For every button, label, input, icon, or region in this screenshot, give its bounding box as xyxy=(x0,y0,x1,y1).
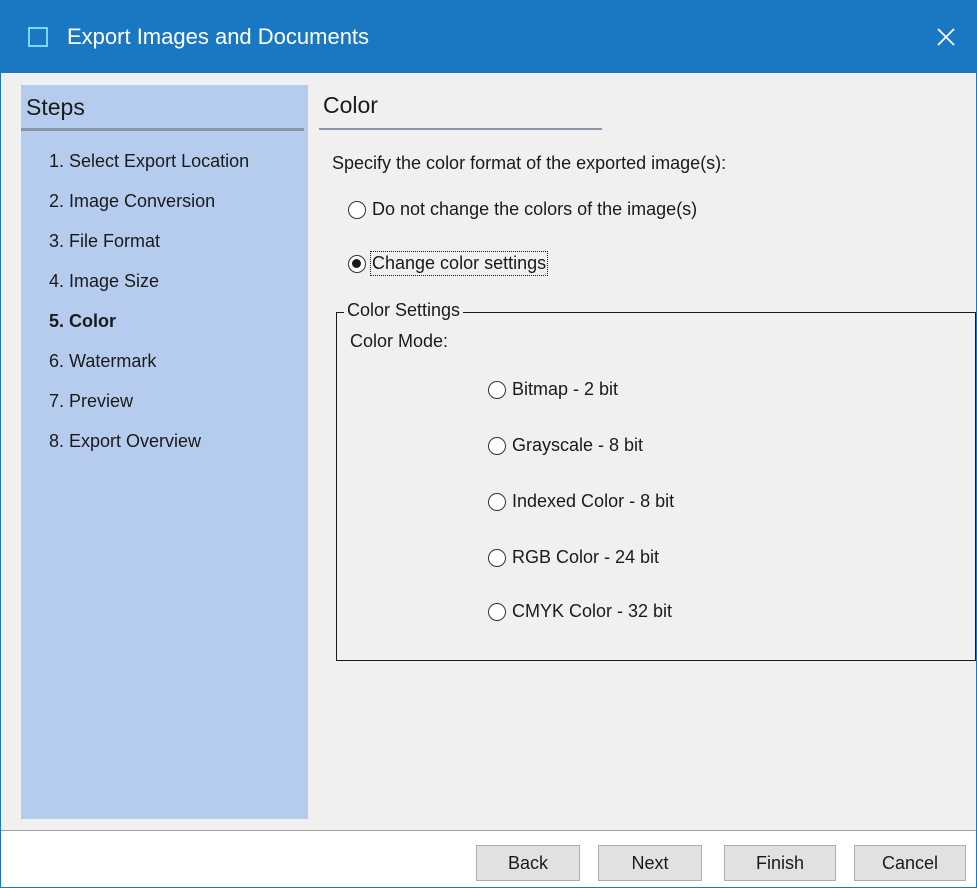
radio-cmyk-color-label: CMYK Color - 32 bit xyxy=(512,601,673,621)
radio-change-color-settings[interactable]: Change color settings xyxy=(348,251,549,276)
cancel-button[interactable]: Cancel xyxy=(854,845,966,881)
radio-bitmap-label: Bitmap - 2 bit xyxy=(512,379,619,399)
window-title: Export Images and Documents xyxy=(67,24,370,49)
close-icon xyxy=(937,28,955,46)
title-bar: Export Images and Documents xyxy=(1,1,976,73)
radio-rgb-color-label: RGB Color - 24 bit xyxy=(512,547,660,567)
app-window-icon xyxy=(28,27,48,47)
step-file-format[interactable]: 3. File Format xyxy=(49,229,249,269)
radio-rgb-color[interactable]: RGB Color - 24 bit xyxy=(488,547,659,568)
radio-change-color-settings-label: Change color settings xyxy=(369,251,549,276)
step-image-size[interactable]: 4. Image Size xyxy=(49,269,249,309)
radio-circle[interactable] xyxy=(488,548,506,567)
step-image-conversion[interactable]: 2. Image Conversion xyxy=(49,189,249,229)
steps-sidebar: Steps 1. Select Export Location 2. Image… xyxy=(21,85,308,819)
button-bar: Back Next Finish Cancel xyxy=(1,831,976,887)
radio-circle[interactable] xyxy=(488,602,506,621)
radio-keep-colors-label: Do not change the colors of the image(s) xyxy=(372,199,698,219)
radio-circle[interactable] xyxy=(488,380,506,399)
radio-cmyk-color[interactable]: CMYK Color - 32 bit xyxy=(488,601,672,622)
back-button[interactable]: Back xyxy=(476,845,580,881)
step-watermark[interactable]: 6. Watermark xyxy=(49,349,249,389)
export-dialog: Export Images and Documents Steps 1. Sel… xyxy=(0,0,977,888)
radio-circle-selected[interactable] xyxy=(348,254,366,273)
step-select-export-location[interactable]: 1. Select Export Location xyxy=(49,149,249,189)
radio-indexed-color-label: Indexed Color - 8 bit xyxy=(512,491,675,511)
radio-keep-colors[interactable]: Do not change the colors of the image(s) xyxy=(348,199,697,220)
radio-grayscale-label: Grayscale - 8 bit xyxy=(512,435,644,455)
finish-button[interactable]: Finish xyxy=(724,845,836,881)
radio-bitmap[interactable]: Bitmap - 2 bit xyxy=(488,379,618,400)
color-settings-legend: Color Settings xyxy=(344,300,464,321)
steps-divider xyxy=(21,128,304,131)
steps-heading: Steps xyxy=(26,94,85,120)
radio-circle[interactable] xyxy=(488,436,506,455)
instruction-text: Specify the color format of the exported… xyxy=(332,153,727,173)
step-preview[interactable]: 7. Preview xyxy=(49,389,249,429)
close-button[interactable] xyxy=(916,1,976,73)
radio-indexed-color[interactable]: Indexed Color - 8 bit xyxy=(488,491,674,512)
page-title: Color xyxy=(323,92,378,118)
color-mode-label: Color Mode: xyxy=(350,331,449,351)
step-export-overview[interactable]: 8. Export Overview xyxy=(49,429,249,469)
step-color[interactable]: 5. Color xyxy=(49,309,249,349)
next-button[interactable]: Next xyxy=(598,845,702,881)
title-divider xyxy=(319,128,602,130)
radio-grayscale[interactable]: Grayscale - 8 bit xyxy=(488,435,643,456)
steps-list: 1. Select Export Location 2. Image Conve… xyxy=(49,149,249,469)
radio-circle[interactable] xyxy=(348,200,366,219)
radio-circle[interactable] xyxy=(488,492,506,511)
